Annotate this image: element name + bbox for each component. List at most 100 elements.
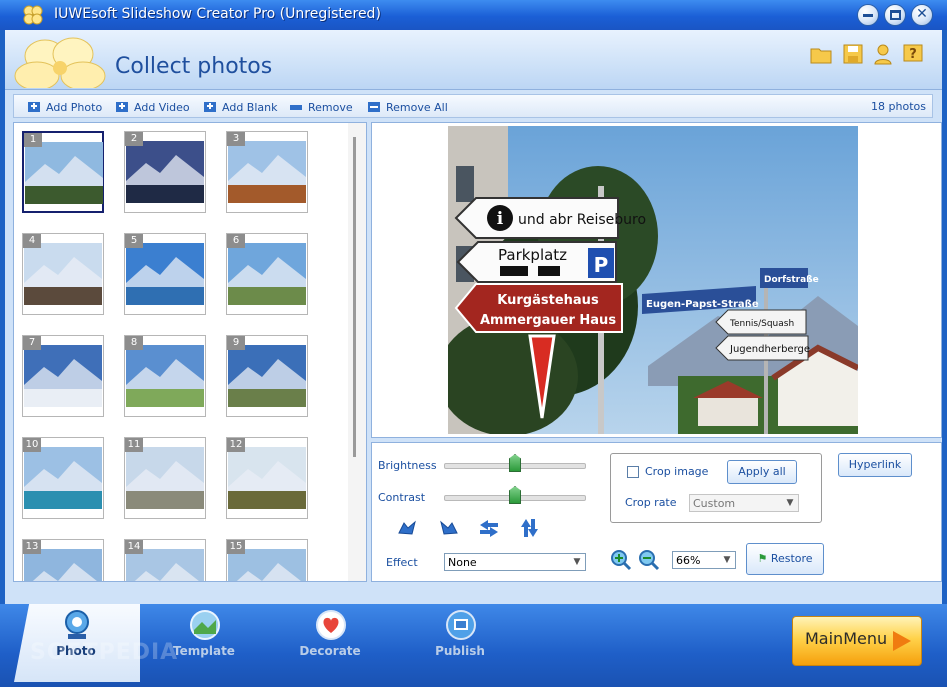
thumbnail-number: 7 (23, 336, 41, 350)
brightness-slider-knob[interactable] (509, 454, 521, 472)
remove-all-icon (368, 102, 380, 112)
crop-rate-select[interactable]: Custom ▼ (689, 494, 799, 512)
add-photo-button[interactable]: Add Photo (26, 99, 102, 115)
minimize-icon (863, 14, 873, 17)
add-video-label: Add Video (134, 100, 190, 114)
thumbnail[interactable]: 13 (22, 539, 104, 581)
thumbnail-number: 1 (24, 133, 42, 147)
restore-icon: ⚑ (757, 552, 768, 565)
thumbnail-number: 8 (125, 336, 143, 350)
remove-all-button[interactable]: Remove All (366, 99, 448, 115)
thumbnail-scrollbar-track[interactable] (348, 123, 366, 581)
thumbnail[interactable]: 7 (22, 335, 104, 417)
crop-rate-label: Crop rate (625, 496, 677, 509)
restore-label: Restore (770, 552, 813, 565)
crop-image-checkbox[interactable] (627, 466, 639, 478)
sign-kurgaestehaus: Kurgästehaus (497, 293, 599, 308)
thumbnail[interactable]: 9 (226, 335, 308, 417)
remove-button[interactable]: Remove (288, 99, 353, 115)
help-icon[interactable]: ? (901, 42, 925, 66)
arrow-right-icon (893, 631, 911, 651)
thumbnail-scrollbar-thumb[interactable] (353, 137, 356, 457)
sign-parkplatz: Parkplatz (498, 246, 567, 264)
thumbnail[interactable]: 10 (22, 437, 104, 519)
hyperlink-button[interactable]: Hyperlink (838, 453, 912, 477)
restore-button[interactable]: ⚑ Restore (746, 543, 824, 575)
thumbnail-number: 2 (125, 132, 143, 146)
tab-publish-label: Publish (435, 644, 485, 658)
sign-dorfstrasse: Dorfstraße (764, 275, 819, 285)
flip-horizontal-icon[interactable] (478, 517, 500, 539)
tab-decorate-label: Decorate (299, 644, 361, 658)
thumbnail-number: 11 (125, 438, 143, 452)
zoom-in-icon[interactable] (610, 549, 632, 571)
thumbnail-number: 4 (23, 234, 41, 248)
main-menu-label: MainMenu (805, 629, 888, 648)
thumbnail-image (228, 345, 306, 407)
effect-label: Effect (386, 556, 418, 569)
thumbnail[interactable]: 8 (124, 335, 206, 417)
add-blank-button[interactable]: Add Blank (202, 99, 277, 115)
publish-icon (446, 610, 476, 640)
thumbnail[interactable]: 15 (226, 539, 308, 581)
zoom-out-icon[interactable] (638, 549, 660, 571)
rotate-left-icon[interactable] (396, 517, 418, 539)
svg-text:?: ? (909, 47, 917, 62)
tab-decorate[interactable]: Decorate (290, 606, 370, 676)
watermark: SOFTPEDIA (30, 640, 179, 665)
thumbnail-image (126, 141, 204, 203)
save-icon[interactable] (841, 42, 865, 66)
open-folder-icon[interactable] (809, 42, 833, 66)
sign-reisebuero: und abr Reiseburo (518, 212, 646, 228)
apply-all-button[interactable]: Apply all (727, 460, 797, 484)
thumbnail-image (126, 345, 204, 407)
remove-label: Remove (308, 100, 353, 114)
decorate-heart-icon (316, 610, 346, 640)
maximize-button[interactable] (884, 4, 906, 26)
crop-image-label: Crop image (645, 465, 709, 478)
thumbnail[interactable]: 12 (226, 437, 308, 519)
photo-preview-panel: i und abr Reiseburo Parkplatz P Kurgäste… (371, 122, 942, 438)
photo-camera-icon (65, 610, 89, 639)
sign-ammergauer-haus: Ammergauer Haus (480, 313, 616, 328)
thumbnail[interactable]: 2 (124, 131, 206, 213)
thumbnail-image (25, 142, 103, 204)
thumbnail-image (24, 447, 102, 509)
zoom-select[interactable]: 66% ▼ (672, 551, 736, 569)
thumbnail[interactable]: 3 (226, 131, 308, 213)
thumbnail[interactable]: 6 (226, 233, 308, 315)
thumbnail[interactable]: 11 (124, 437, 206, 519)
rotate-right-icon[interactable] (438, 517, 460, 539)
effect-select[interactable]: None ▼ (444, 553, 586, 571)
thumbnail-number: 6 (227, 234, 245, 248)
thumbnail-image (228, 447, 306, 509)
thumbnail[interactable]: 14 (124, 539, 206, 581)
window-title-bar: IUWEsoft Slideshow Creator Pro (Unregist… (0, 0, 947, 30)
thumbnail-number: 12 (227, 438, 245, 452)
thumbnail-image (126, 243, 204, 305)
effect-value: None (448, 556, 477, 569)
main-menu-button[interactable]: MainMenu (792, 616, 922, 666)
add-video-button[interactable]: Add Video (114, 99, 190, 115)
user-icon[interactable] (871, 42, 895, 66)
thumbnail-image (228, 243, 306, 305)
sign-tennis-squash: Tennis/Squash (729, 319, 794, 329)
flip-vertical-icon[interactable] (518, 517, 540, 539)
thumbnail-panel: 1 2 3 4 5 6 7 8 9 10 11 12 13 14 15 (13, 122, 367, 582)
tab-publish[interactable]: Publish (420, 606, 500, 676)
clover-logo-icon (14, 37, 106, 88)
thumbnail[interactable]: 4 (22, 233, 104, 315)
contrast-slider-knob[interactable] (509, 486, 521, 504)
thumbnail[interactable]: 1 (22, 131, 104, 213)
thumbnail-image (24, 243, 102, 305)
contrast-label: Contrast (378, 491, 426, 504)
minimize-button[interactable] (857, 4, 879, 26)
remove-all-label: Remove All (386, 100, 448, 114)
thumbnail[interactable]: 5 (124, 233, 206, 315)
add-photo-icon (28, 102, 40, 112)
zoom-value: 66% (676, 554, 701, 567)
close-button[interactable]: ✕ (911, 4, 933, 26)
sign-parking-letter: P (594, 253, 609, 277)
thumbnail-number: 3 (227, 132, 245, 146)
main-frame: Collect photos ? Add Photo Add Video Add… (5, 30, 942, 630)
